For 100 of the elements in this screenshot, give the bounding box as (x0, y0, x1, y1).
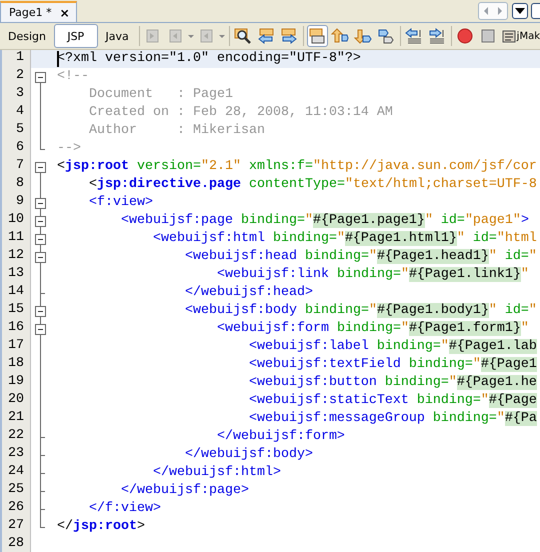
line-number: 17 (2, 338, 31, 356)
window-button[interactable] (531, 3, 540, 19)
line-number: 11 (2, 230, 31, 248)
fold-toggle[interactable] (35, 216, 46, 227)
line-number: 28 (2, 536, 31, 552)
caret-icon[interactable] (188, 34, 194, 38)
code-comment: Document : Page1 (88, 87, 233, 102)
line-number: 18 (2, 356, 31, 374)
code-attribute: id= (440, 213, 465, 228)
code-expression: #{Page1.body1} (376, 303, 489, 318)
code-comment: <!-- (57, 69, 89, 84)
left-arrow-icon (257, 27, 276, 45)
search-icon (234, 27, 252, 45)
fold-toggle[interactable] (35, 72, 46, 83)
fold-toggle[interactable] (35, 234, 46, 245)
view-tab[interactable]: JSP (54, 24, 98, 48)
code-tag: </webuijsf:body> (57, 447, 313, 462)
code-string: "page1" (464, 213, 521, 228)
code-tag: <webuijsf:html (57, 231, 265, 246)
code-string: " (400, 267, 409, 282)
line-number: 7 (2, 158, 31, 176)
line-number: 3 (2, 86, 31, 104)
line-number: 10 (2, 212, 31, 230)
code-text: < (57, 159, 65, 174)
close-button[interactable]: × (60, 6, 70, 20)
code-tag: jsp:directive.page (97, 177, 241, 192)
toolbar-button[interactable] (306, 25, 328, 47)
code-tag: <f:view> (57, 195, 153, 210)
code-attribute: binding= (432, 411, 497, 426)
code-attribute: binding= (240, 213, 305, 228)
code-attribute: binding= (336, 321, 401, 336)
code-expression: #{Page1 (480, 357, 537, 372)
code-string: " (456, 231, 465, 246)
code-string: " (368, 303, 377, 318)
code-comment: Author : Mikerisan (88, 123, 265, 138)
code-attribute: id= (504, 303, 529, 318)
line-number: 19 (2, 374, 31, 392)
line-number: 20 (2, 392, 31, 410)
record-icon (456, 27, 474, 45)
fold-toggle[interactable] (35, 198, 46, 209)
code-string: "http://java.sun.com/jsf/cor (312, 159, 537, 174)
code-string: " (520, 321, 529, 336)
view-tab[interactable]: Java (100, 24, 135, 48)
code-string: " (472, 357, 481, 372)
dropdown-button[interactable] (512, 3, 528, 19)
code-string: " (528, 303, 537, 318)
code-string: " (440, 339, 449, 354)
stop-icon (479, 27, 498, 45)
code-expression: #{Page1.lab (448, 339, 537, 354)
line-number: 12 (2, 248, 31, 266)
document-tab[interactable]: Page1 * × (0, 1, 77, 22)
code-string: " (424, 213, 433, 228)
code-text: < (88, 177, 97, 192)
code-attribute: binding= (304, 249, 369, 264)
indent-icon (428, 27, 446, 45)
line-number: 22 (2, 428, 31, 446)
code-string: " (336, 231, 345, 246)
code-string: " (304, 213, 313, 228)
line-number: 9 (2, 194, 31, 212)
code-attribute: binding= (416, 393, 481, 408)
fold-toggle[interactable] (35, 252, 46, 263)
code-expression: #{Page1.form1} (408, 321, 521, 336)
outdent-icon (405, 27, 424, 45)
code-attribute: binding= (376, 339, 441, 354)
tag-icon (377, 27, 396, 45)
code-tag: <webuijsf:body (57, 303, 297, 318)
code-string: " (480, 393, 489, 408)
code-attribute: binding= (304, 303, 369, 318)
code-attribute: xmlns:f= (248, 159, 313, 174)
code-tag: </webuijsf:form> (57, 429, 345, 444)
code-string: " (488, 249, 497, 264)
code-attribute: contentType= (248, 177, 345, 192)
line-number: 25 (2, 482, 31, 500)
line-number: 5 (2, 122, 31, 140)
code-text: <?xml version="1.0" encoding="UTF-8"?> (57, 51, 361, 66)
code-expression: #{Page1.html1} (344, 231, 457, 246)
line-number: 23 (2, 446, 31, 464)
code-tag: <webuijsf:form (57, 321, 329, 336)
fold-toggle[interactable] (35, 324, 46, 335)
code-tag: <webuijsf:head (57, 249, 297, 264)
code-editor[interactable] (0, 50, 540, 552)
caret-icon[interactable] (218, 34, 225, 38)
code-attribute: binding= (272, 231, 337, 246)
palette-icon (502, 28, 516, 44)
code-expression: #{Page1.page1} (312, 213, 425, 228)
fold-toggle[interactable] (35, 162, 46, 173)
code-attribute: id= (472, 231, 497, 246)
line-number: 6 (2, 140, 31, 158)
code-tag: </webuijsf:head> (57, 285, 313, 300)
code-tag: jsp:root (65, 159, 129, 174)
fold-toggle[interactable] (35, 306, 46, 317)
code-string: "html (496, 231, 537, 246)
line-number: 24 (2, 464, 31, 482)
code-tag: <webuijsf:link (57, 267, 329, 282)
code-attribute: binding= (336, 267, 401, 282)
code-string: "text/html;charset=UTF-8 (344, 177, 537, 192)
code-attribute: binding= (408, 357, 473, 372)
view-tab[interactable]: Design (2, 24, 52, 48)
code-tag: </webuijsf:html> (57, 465, 281, 480)
code-tag: <webuijsf:button (57, 375, 377, 390)
